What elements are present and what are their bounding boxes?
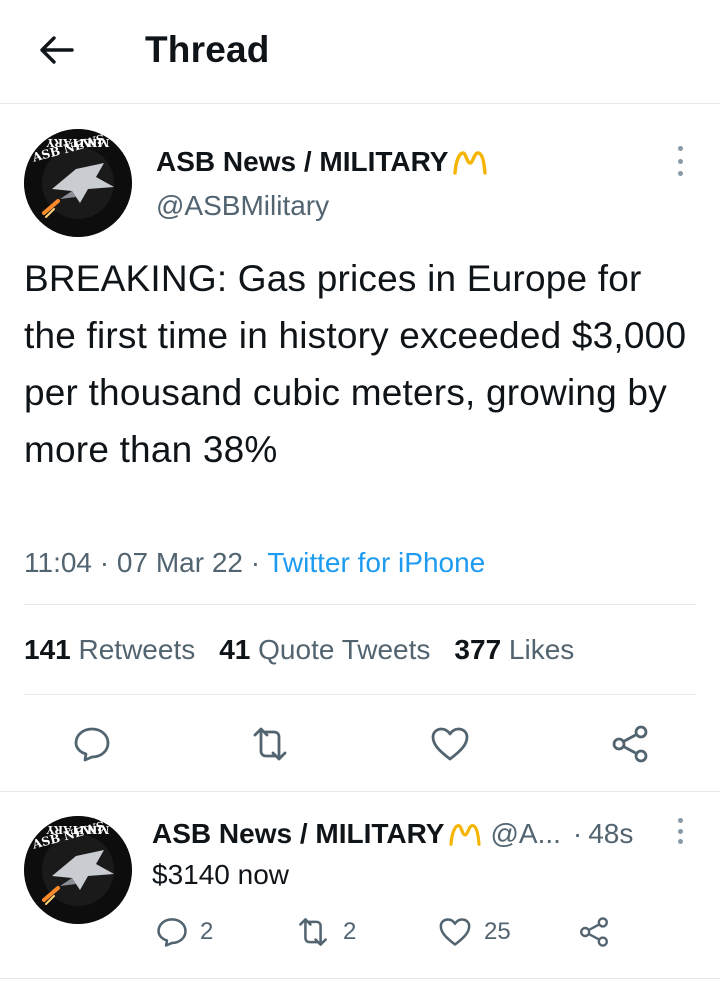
heart-icon bbox=[439, 918, 471, 946]
verified-badge-icon bbox=[452, 147, 488, 177]
more-dot-icon bbox=[677, 828, 683, 834]
retweets-count: 141 bbox=[24, 634, 71, 665]
more-dot-icon bbox=[677, 171, 683, 176]
tweet-source-link[interactable]: Twitter for iPhone bbox=[267, 547, 485, 578]
top-bar: Thread bbox=[0, 0, 720, 104]
tweet-time[interactable]: 11:04 bbox=[24, 547, 92, 578]
reply-icon bbox=[74, 727, 110, 762]
retweets-stat[interactable]: 141 Retweets bbox=[24, 630, 195, 670]
author-name-row[interactable]: ASB News / MILITARY bbox=[156, 142, 488, 182]
reply-icon bbox=[157, 918, 187, 947]
likes-stat[interactable]: 377 Likes bbox=[454, 630, 574, 670]
author-handle[interactable]: @ASBMilitary bbox=[156, 186, 329, 226]
reply-count: 2 bbox=[200, 918, 214, 945]
reply-button[interactable] bbox=[68, 720, 116, 768]
more-options-button[interactable] bbox=[672, 146, 688, 176]
svg-text:MILITARY: MILITARY bbox=[46, 136, 109, 149]
reply-retweet-button[interactable]: 2 bbox=[295, 910, 356, 954]
page-title: Thread bbox=[145, 29, 270, 70]
likes-label: Likes bbox=[508, 634, 575, 665]
divider bbox=[0, 978, 720, 979]
asb-news-logo: ASB NEWS MILITARY bbox=[24, 816, 132, 924]
back-button[interactable] bbox=[34, 28, 78, 72]
reply-tweet-text: $3140 now bbox=[152, 859, 290, 890]
engagement-stats: 141 Retweets 41 Quote Tweets 377 Likes bbox=[24, 630, 598, 670]
heart-icon bbox=[431, 727, 469, 761]
retweet-icon bbox=[253, 727, 287, 761]
asb-news-logo: ASB NEWS MILITARY bbox=[24, 129, 132, 237]
retweet-icon bbox=[299, 918, 327, 946]
avatar[interactable]: ASB NEWS MILITARY bbox=[24, 129, 132, 237]
reply-handle[interactable]: @A... bbox=[490, 818, 560, 850]
retweet-button[interactable] bbox=[246, 720, 294, 768]
arrow-left-icon bbox=[40, 36, 74, 64]
reply-reply-button[interactable]: 2 bbox=[156, 910, 213, 954]
tweet-text: BREAKING: Gas prices in Europe for the f… bbox=[24, 258, 687, 470]
svg-text:MILITARY: MILITARY bbox=[46, 823, 109, 836]
reply-avatar[interactable]: ASB NEWS MILITARY bbox=[24, 816, 132, 924]
share-icon bbox=[612, 725, 648, 763]
likes-count: 377 bbox=[454, 634, 502, 665]
reply-more-options-button[interactable] bbox=[672, 818, 688, 844]
more-dot-icon bbox=[677, 818, 683, 823]
reply-separator: · bbox=[572, 818, 583, 849]
quote-tweets-stat[interactable]: 41 Quote Tweets bbox=[219, 630, 430, 670]
reply-author-row[interactable]: ASB News / MILITARY @A... · 48s bbox=[152, 814, 633, 854]
meta-separator: · bbox=[250, 547, 261, 578]
author-display-name[interactable]: ASB News / MILITARY bbox=[156, 146, 448, 178]
more-dot-icon bbox=[677, 158, 683, 164]
reply-display-name[interactable]: ASB News / MILITARY bbox=[152, 818, 444, 850]
reply-time-ago[interactable]: 48s bbox=[588, 818, 633, 850]
like-count: 25 bbox=[484, 918, 511, 945]
reply-share-button[interactable] bbox=[578, 910, 610, 954]
meta-separator: · bbox=[99, 547, 110, 578]
tweet-date[interactable]: 07 Mar 22 bbox=[117, 547, 243, 578]
verified-badge-icon bbox=[448, 820, 482, 848]
reply-like-button[interactable]: 25 bbox=[438, 910, 511, 954]
divider bbox=[0, 791, 720, 792]
share-button[interactable] bbox=[606, 720, 654, 768]
quote-tweets-label: Quote Tweets bbox=[258, 634, 431, 665]
share-icon bbox=[580, 917, 608, 947]
tweet-meta: 11:04 · 07 Mar 22 · Twitter for iPhone bbox=[24, 543, 485, 583]
like-button[interactable] bbox=[426, 720, 474, 768]
divider bbox=[24, 694, 696, 695]
divider bbox=[24, 604, 696, 605]
more-dot-icon bbox=[677, 146, 683, 151]
retweet-count: 2 bbox=[343, 918, 357, 945]
quote-tweets-count: 41 bbox=[219, 634, 251, 665]
retweets-label: Retweets bbox=[78, 634, 196, 665]
more-dot-icon bbox=[677, 839, 683, 844]
